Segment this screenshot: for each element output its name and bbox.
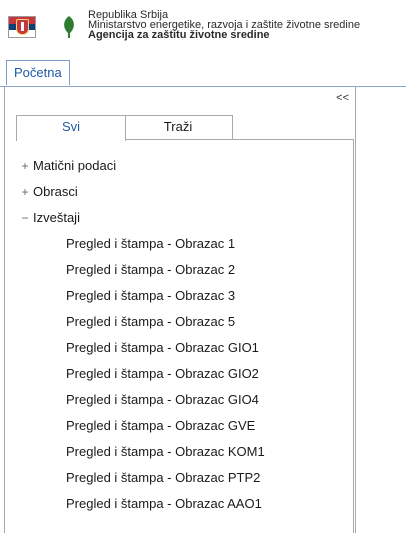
tree-item-report[interactable]: Pregled i štampa - Obrazac GIO2 <box>19 361 349 387</box>
main-tabstrip: Početna <box>0 58 406 86</box>
tree-node-label: Matični podaci <box>33 158 117 173</box>
panel-subtabs: Svi Traži <box>16 111 353 141</box>
expand-icon[interactable]: + <box>19 179 31 205</box>
header-line-3: Agencija za zaštitu životne sredine <box>88 29 270 41</box>
tree-node-forms[interactable]: + Obrasci <box>19 179 349 205</box>
expand-icon[interactable]: + <box>19 153 31 179</box>
tree-item-report[interactable]: Pregled i štampa - Obrazac GIO1 <box>19 335 349 361</box>
tree-item-report[interactable]: Pregled i štampa - Obrazac 1 <box>19 231 349 257</box>
collapse-icon[interactable]: − <box>19 205 31 231</box>
tab-all[interactable]: Svi <box>16 115 126 141</box>
ministry-title: Republika Srbija Ministarstvo energetike… <box>88 10 360 41</box>
tree-node-label: Obrasci <box>33 184 78 199</box>
tab-home[interactable]: Početna <box>6 60 70 85</box>
tree-item-report[interactable]: Pregled i štampa - Obrazac GVE <box>19 413 349 439</box>
tree-item-report[interactable]: Pregled i štampa - Obrazac 2 <box>19 257 349 283</box>
navigation-tree: + Matični podaci + Obrasci − Izveštaji Preg… <box>19 153 349 517</box>
collapse-panel-button[interactable]: << <box>336 92 349 104</box>
tree-item-report[interactable]: Pregled i štampa - Obrazac KOM1 <box>19 439 349 465</box>
leaf-logo-icon <box>64 16 74 38</box>
app-header: Republika Srbija Ministarstvo energetike… <box>0 0 406 58</box>
tree-item-report[interactable]: Pregled i štampa - Obrazac AAO1 <box>19 491 349 517</box>
tree-node-master-data[interactable]: + Matični podaci <box>19 153 349 179</box>
tree-item-report[interactable]: Pregled i štampa - Obrazac GIO4 <box>19 387 349 413</box>
tree-item-report[interactable]: Pregled i štampa - Obrazac 5 <box>19 309 349 335</box>
navigation-panel: << Svi Traži + Matični podaci + Obrasci − I… <box>4 87 356 533</box>
serbia-flag-icon <box>8 16 36 38</box>
tree-item-report[interactable]: Pregled i štampa - Obrazac 3 <box>19 283 349 309</box>
subtab-content-border <box>353 139 354 533</box>
tree-node-label: Izveštaji <box>33 210 80 225</box>
tree-node-reports[interactable]: − Izveštaji <box>19 205 349 231</box>
tree-item-report[interactable]: Pregled i štampa - Obrazac PTP2 <box>19 465 349 491</box>
tab-search[interactable]: Traži <box>124 115 233 140</box>
